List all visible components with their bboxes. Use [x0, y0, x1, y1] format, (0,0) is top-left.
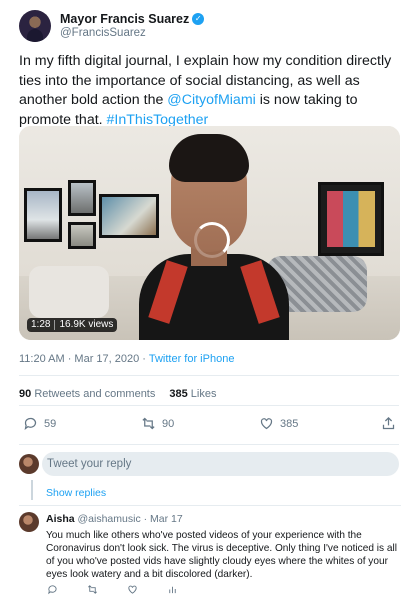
likes-count: 385 — [169, 388, 188, 400]
video-duration: 1:28 — [31, 319, 51, 330]
reply-composer: Tweet your reply — [19, 451, 399, 477]
reply-button[interactable]: 59 — [23, 416, 56, 431]
reply-author-handle[interactable]: @aishamusic — [78, 513, 141, 525]
heart-icon — [128, 585, 137, 594]
like-button[interactable]: 385 — [259, 416, 298, 431]
likes-label: Likes — [190, 388, 217, 400]
retweets-stat[interactable]: 90 Retweets and comments — [19, 388, 155, 400]
mention-link[interactable]: @CityofMiami — [167, 92, 256, 108]
loading-spinner-icon — [194, 222, 230, 258]
retweets-label: Retweets and comments — [34, 388, 156, 400]
reply-actions — [47, 584, 247, 596]
reply-reply-button[interactable] — [47, 584, 58, 595]
author-display-name[interactable]: Mayor Francis Suarez ✓ — [60, 12, 205, 26]
wall-picture — [24, 188, 62, 242]
current-user-avatar — [19, 454, 39, 474]
reply-analytics-button[interactable] — [167, 584, 178, 595]
divider — [19, 505, 401, 506]
retweet-icon — [88, 585, 97, 594]
reply-icon — [48, 585, 57, 595]
tweet-source-link[interactable]: Twitter for iPhone — [149, 353, 235, 365]
likes-stat[interactable]: 385 Likes — [169, 388, 216, 400]
timestamp-text[interactable]: 11:20 AM · Mar 17, 2020 · — [19, 353, 149, 365]
reply-like-button[interactable] — [127, 584, 138, 595]
wall-picture — [318, 182, 384, 256]
share-icon — [382, 416, 395, 430]
tweet-text: In my fifth digital journal, I explain h… — [19, 52, 399, 130]
reply-input[interactable]: Tweet your reply — [42, 452, 399, 476]
reply-author-avatar[interactable] — [19, 512, 39, 532]
tweet-timestamp: 11:20 AM · Mar 17, 2020 · Twitter for iP… — [19, 353, 234, 365]
retweet-icon — [142, 417, 155, 430]
divider — [19, 444, 399, 445]
analytics-icon — [169, 586, 176, 594]
reply-author-name[interactable]: Aisha — [46, 513, 75, 525]
retweet-count: 90 — [162, 417, 175, 430]
tweet-actions: 59 90 385 — [19, 416, 399, 436]
author-avatar[interactable] — [19, 10, 51, 42]
share-button[interactable] — [381, 416, 396, 431]
reply-text: You much like others who've posted video… — [46, 530, 397, 580]
video-info-badge: 1:28 16.9K views — [27, 318, 118, 332]
tweet-stats: 90 Retweets and comments 385 Likes — [19, 388, 216, 400]
verified-badge-icon: ✓ — [192, 13, 205, 25]
tweet-header: Mayor Francis Suarez ✓ @FrancisSuarez — [19, 9, 205, 43]
reply-date[interactable]: · Mar 17 — [144, 513, 183, 525]
author-handle[interactable]: @FrancisSuarez — [60, 26, 204, 40]
heart-icon — [260, 418, 273, 430]
pillow — [29, 266, 109, 318]
reply-header: Aisha @aishamusic · Mar 17 — [46, 513, 183, 525]
reply-icon — [24, 417, 37, 430]
author-name-text[interactable]: Mayor Francis Suarez — [60, 12, 189, 26]
video-views: 16.9K views — [59, 319, 114, 330]
reply-count: 59 — [44, 417, 57, 430]
divider — [19, 375, 399, 376]
retweet-button[interactable]: 90 — [141, 416, 174, 431]
thread-line — [31, 480, 33, 500]
tweet-video[interactable]: 1:28 16.9K views — [19, 126, 400, 340]
wall-picture — [68, 180, 96, 216]
author-names: Mayor Francis Suarez ✓ @FrancisSuarez — [60, 12, 205, 40]
retweets-count: 90 — [19, 388, 32, 400]
like-count: 385 — [280, 417, 299, 430]
reply-retweet-button[interactable] — [87, 584, 98, 595]
wall-picture — [68, 222, 96, 249]
divider — [19, 405, 399, 406]
show-replies-link[interactable]: Show replies — [46, 487, 106, 499]
